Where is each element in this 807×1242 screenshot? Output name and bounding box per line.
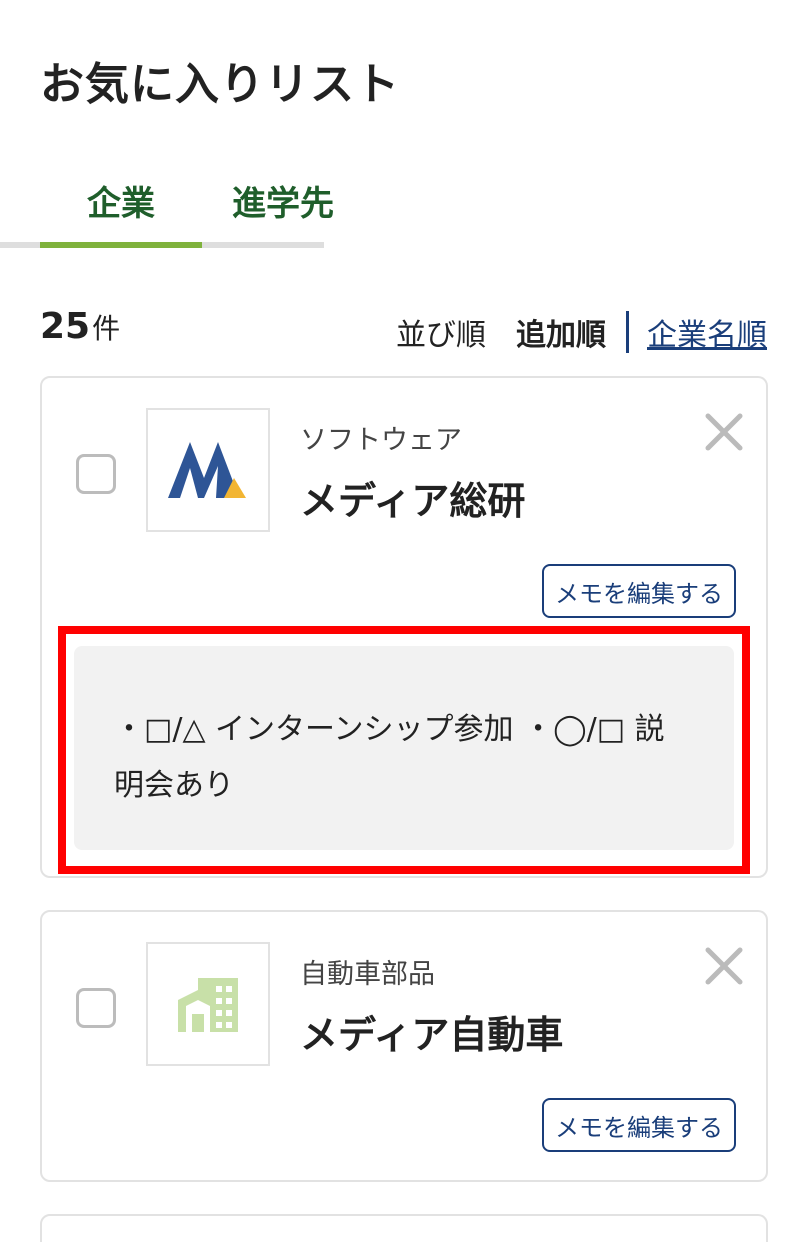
- close-icon[interactable]: [704, 412, 744, 452]
- result-count-unit: 件: [92, 312, 121, 345]
- sort-label: 並び順: [396, 318, 486, 353]
- company-m-logo-icon: [168, 442, 246, 498]
- sort-divider: [626, 311, 629, 353]
- company-name[interactable]: メディア総研: [300, 470, 525, 525]
- company-card: [40, 1214, 768, 1242]
- tab-active-indicator: [40, 242, 202, 248]
- sort-option-company-name[interactable]: 企業名順: [647, 310, 767, 354]
- company-industry: 自動車部品: [300, 959, 435, 990]
- memo-highlight-frame: ・□/△ インターンシップ参加 ・◯/□ 説明会あり: [58, 626, 750, 874]
- company-logo: [146, 942, 270, 1066]
- building-placeholder-icon: [178, 978, 238, 1032]
- company-checkbox[interactable]: [76, 988, 116, 1028]
- company-name[interactable]: メディア自動車: [300, 1004, 563, 1059]
- memo-text: ・□/△ インターンシップ参加 ・◯/□ 説明会あり: [74, 646, 734, 850]
- page-title: お気に入りリスト: [40, 59, 400, 110]
- sort-option-added[interactable]: 追加順: [516, 310, 606, 354]
- edit-memo-button[interactable]: メモを編集する: [542, 564, 736, 618]
- tab-schools[interactable]: 進学先: [202, 176, 364, 240]
- company-industry: ソフトウェア: [300, 425, 462, 456]
- result-count: 25件: [40, 306, 120, 347]
- close-icon[interactable]: [704, 946, 744, 986]
- result-count-number: 25: [40, 306, 91, 347]
- sort-bar: 並び順 追加順 企業名順: [396, 310, 767, 354]
- tab-bar: 企業 進学先: [40, 176, 364, 248]
- tab-companies[interactable]: 企業: [40, 176, 202, 240]
- company-checkbox[interactable]: [76, 454, 116, 494]
- company-card: ソフトウェア メディア総研 メモを編集する ・□/△ インターンシップ参加 ・◯…: [40, 376, 768, 878]
- company-card: 自動車部品 メディア自動車 メモを編集する: [40, 910, 768, 1182]
- company-logo: [146, 408, 270, 532]
- edit-memo-button[interactable]: メモを編集する: [542, 1098, 736, 1152]
